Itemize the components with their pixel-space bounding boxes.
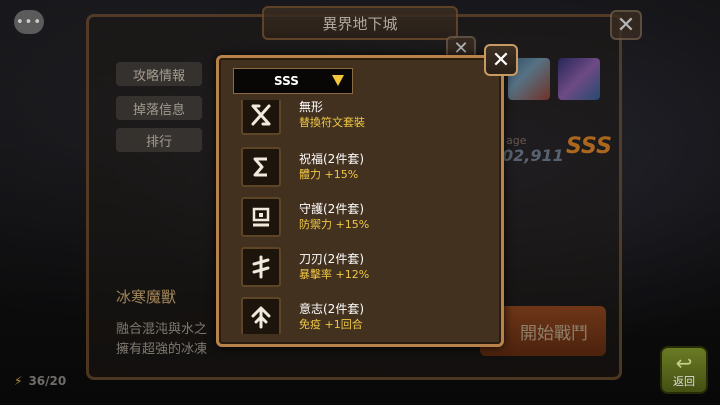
dungeon-title: 異界地下城	[262, 6, 458, 40]
rune-name: 無形	[299, 100, 324, 114]
rune-name: 刀刃(2件套)	[299, 252, 364, 266]
popup-close-button[interactable]: ✕	[484, 44, 518, 76]
boss-description: 融合混沌與水之 擁有超強的冰凍	[116, 320, 207, 360]
rune-set-popup: SSS 無形 替換符文套裝 祝福(2件套) 體力 +15% 守護(2件套) 防禦…	[216, 55, 504, 347]
rune-shield-icon	[241, 197, 281, 237]
dungeon-close-button[interactable]: ✕	[610, 10, 642, 40]
tab-ranking[interactable]: 排行	[116, 128, 202, 152]
rune-x-icon	[241, 100, 281, 135]
return-arrow-icon: ↩	[675, 351, 693, 375]
return-button[interactable]: ↩ 返回	[660, 346, 708, 394]
rune-name: 祝福(2件套)	[299, 152, 364, 166]
boss-desc-line: 融合混沌與水之	[116, 322, 208, 337]
rune-name: 意志(2件套)	[299, 302, 364, 316]
rune-sigma-icon	[241, 147, 281, 187]
close-icon: ✕	[491, 47, 511, 73]
energy-icon: ⚡	[14, 374, 23, 388]
boss-desc-line: 擁有超強的冰凍	[116, 342, 208, 357]
rune-effect: 替換符文套裝	[299, 116, 365, 129]
energy-value: 36/20	[28, 374, 67, 388]
chat-glyph: •••	[15, 14, 42, 30]
rune-item[interactable]: 意志(2件套) 免疫 +1回合	[241, 294, 364, 334]
energy-counter: ⚡ 36/20	[14, 374, 66, 388]
rune-arrow-icon	[241, 297, 281, 334]
rune-item[interactable]: 祝福(2件套) 體力 +15%	[241, 144, 364, 190]
rank-dropdown[interactable]: SSS	[233, 68, 353, 94]
rune-effect: 防禦力 +15%	[299, 218, 370, 231]
boss-name: 冰寒魔獸	[116, 288, 177, 306]
tab-drop-info[interactable]: 掉落信息	[116, 96, 202, 120]
rune-name: 守護(2件套)	[299, 202, 364, 216]
rank-badge: SSS	[566, 134, 612, 159]
chat-bubble-icon[interactable]: •••	[14, 10, 44, 34]
rune-blade-icon	[241, 247, 281, 287]
return-label: 返回	[673, 375, 695, 388]
rune-list[interactable]: 無形 替換符文套裝 祝福(2件套) 體力 +15% 守護(2件套) 防禦力 +1…	[227, 100, 493, 334]
rune-effect: 暴擊率 +12%	[299, 268, 370, 281]
rune-effect: 免疫 +1回合	[299, 318, 363, 331]
damage-value: 02,911	[502, 146, 564, 165]
rune-item[interactable]: 刀刃(2件套) 暴擊率 +12%	[241, 244, 369, 290]
rune-item[interactable]: 守護(2件套) 防禦力 +15%	[241, 194, 369, 240]
popup-header: SSS	[219, 58, 501, 100]
tab-strategy-info[interactable]: 攻略情報	[116, 62, 202, 86]
rune-item[interactable]: 無形 替換符文套裝	[241, 100, 365, 138]
caret-down-icon	[332, 75, 344, 86]
monster-thumbnail[interactable]	[558, 58, 600, 100]
rune-effect: 體力 +15%	[299, 168, 359, 181]
rank-dropdown-value: SSS	[274, 74, 299, 88]
